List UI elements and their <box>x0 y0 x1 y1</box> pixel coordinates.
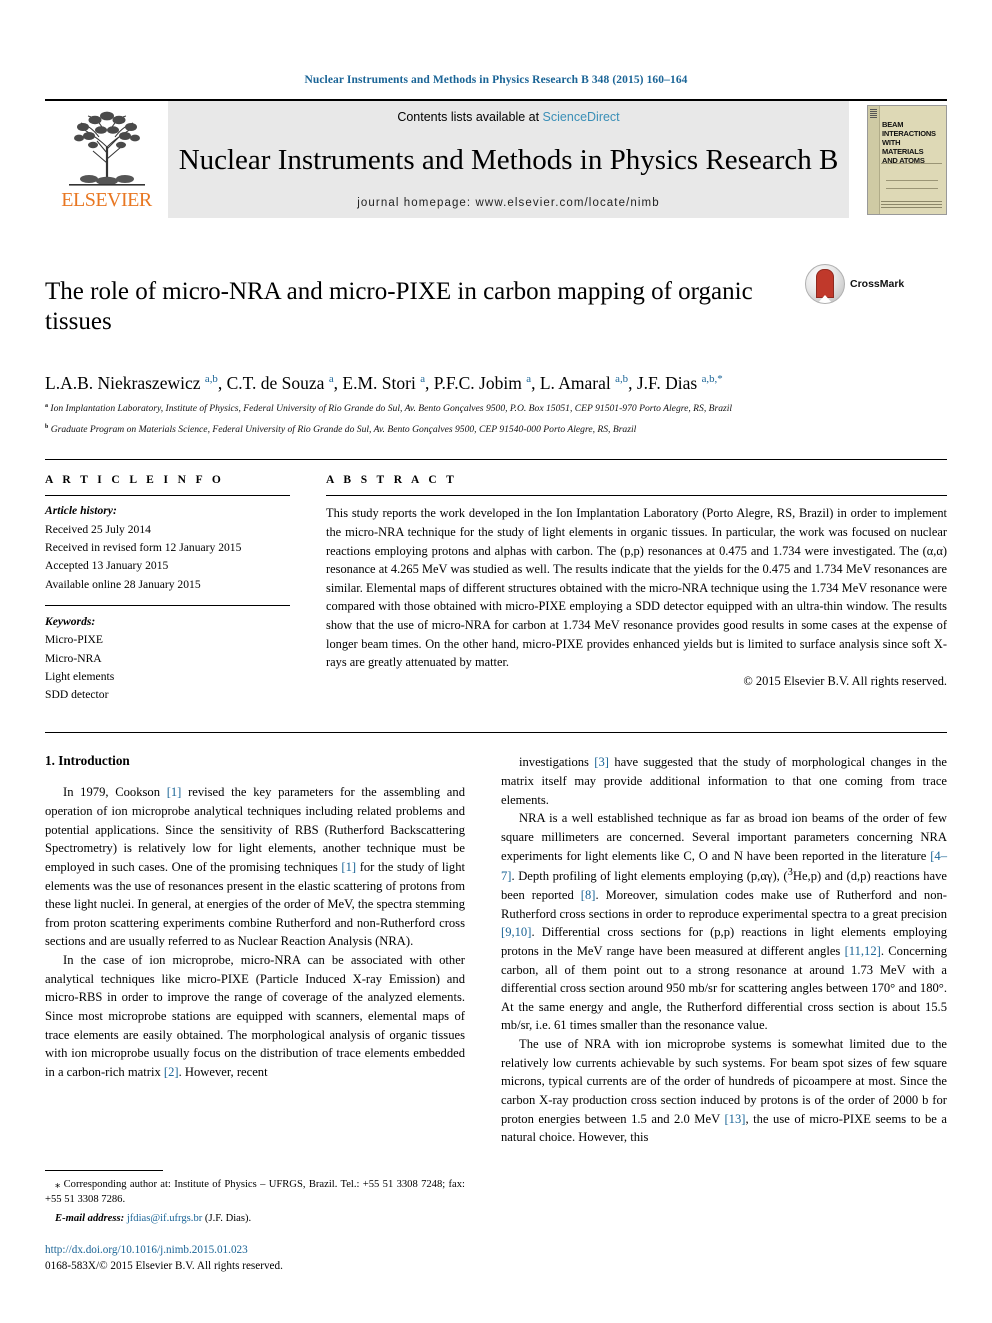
email-note: E-mail address: jfdias@if.ufrgs.br (J.F.… <box>45 1211 465 1227</box>
abstract-text: This study reports the work developed in… <box>326 506 947 670</box>
banner-center: Contents lists available at ScienceDirec… <box>168 101 849 218</box>
crossmark-badge[interactable]: CrossMark <box>805 260 915 304</box>
abstract-column: A B S T R A C T This study reports the w… <box>326 474 947 704</box>
doi-block: http://dx.doi.org/10.1016/j.nimb.2015.01… <box>45 1243 465 1275</box>
article-info-heading: A R T I C L E I N F O <box>45 474 225 487</box>
cover-image: BEAM INTERACTIONS WITH MATERIALS AND ATOMS <box>867 104 947 215</box>
elsevier-logo: ELSEVIER <box>45 101 168 218</box>
journal-homepage[interactable]: journal homepage: www.elsevier.com/locat… <box>357 197 659 209</box>
article-page: Nuclear Instruments and Methods in Physi… <box>0 0 992 1323</box>
cover-spine <box>868 105 880 214</box>
paragraph: NRA is a well established technique as f… <box>501 811 948 1033</box>
history-item: Accepted 13 January 2015 <box>45 559 169 573</box>
info-abstract-row: A R T I C L E I N F O Article history: R… <box>45 459 947 704</box>
crossmark-icon <box>805 264 845 304</box>
affiliation-b: b Graduate Program on Materials Science,… <box>45 424 637 436</box>
cover-title-text: BEAM INTERACTIONS WITH MATERIALS AND ATOMS <box>882 119 936 166</box>
keywords-block: Keywords: Micro-PIXE Micro-NRA Light ele… <box>45 606 290 705</box>
section-heading-introduction: 1. Introduction <box>45 753 130 769</box>
contents-available-line: Contents lists available at ScienceDirec… <box>397 110 619 124</box>
cover-spine-marks <box>870 108 877 118</box>
elsevier-tree-icon <box>68 111 145 186</box>
article-history-block: Article history: Received 25 July 2014 R… <box>45 496 290 594</box>
running-head: Nuclear Instruments and Methods in Physi… <box>304 74 688 86</box>
affiliation-a: a Ion Implantation Laboratory, Institute… <box>45 403 733 415</box>
contents-prefix: Contents lists available at <box>397 110 543 124</box>
article-history-label: Article history: <box>45 504 117 518</box>
keyword-item: SDD detector <box>45 688 109 702</box>
paragraph: investigations [3] have suggested that t… <box>501 755 947 807</box>
sciencedirect-link[interactable]: ScienceDirect <box>543 110 620 124</box>
keywords-label: Keywords: <box>45 614 96 628</box>
article-info-column: A R T I C L E I N F O Article history: R… <box>45 474 290 704</box>
crossmark-bookmark-shape <box>816 269 834 298</box>
crossmark-notch-shape <box>817 295 833 303</box>
history-item: Received in revised form 12 January 2015 <box>45 540 242 554</box>
abstract-copyright: © 2015 Elsevier B.V. All rights reserved… <box>743 673 947 688</box>
journal-cover-thumbnail: BEAM INTERACTIONS WITH MATERIALS AND ATOMS <box>849 101 947 218</box>
history-item: Available online 28 January 2015 <box>45 577 201 591</box>
abstract-heading: A B S T R A C T <box>326 474 458 487</box>
body-column-right: investigations [3] have suggested that t… <box>501 753 947 1146</box>
footnote-block: ⁎ Corresponding author at: Institute of … <box>45 1169 465 1275</box>
paragraph: The use of NRA with ion microprobe syste… <box>501 1037 947 1145</box>
body-columns: 1. Introduction In 1979, Cookson [1] rev… <box>45 732 947 1146</box>
email-link[interactable]: jfdias@if.ufrgs.br <box>127 1213 202 1224</box>
footnote-rule <box>45 1169 163 1171</box>
keyword-item: Light elements <box>45 669 115 683</box>
doi-link[interactable]: http://dx.doi.org/10.1016/j.nimb.2015.01… <box>45 1243 465 1259</box>
elsevier-wordmark: ELSEVIER <box>61 189 152 211</box>
crossmark-label: CrossMark <box>850 278 905 290</box>
cover-rule <box>881 162 942 164</box>
corresponding-author-note: ⁎ Corresponding author at: Institute of … <box>45 1178 465 1206</box>
page-title: The role of micro-NRA and micro-PIXE in … <box>45 277 753 336</box>
title-block: The role of micro-NRA and micro-PIXE in … <box>45 260 947 355</box>
affiliation-b-text: Graduate Program on Materials Science, F… <box>50 424 637 436</box>
cover-bottom-band <box>881 200 942 208</box>
journal-banner: ELSEVIER Contents lists available at Sci… <box>45 99 947 218</box>
issn-copyright-line: 0168-583X/© 2015 Elsevier B.V. All right… <box>45 1260 283 1273</box>
history-item: Received 25 July 2014 <box>45 522 151 536</box>
cover-mid-band <box>886 179 938 189</box>
author-list: L.A.B. Niekraszewicz a,b, C.T. de Souza … <box>45 372 723 393</box>
journal-title: Nuclear Instruments and Methods in Physi… <box>178 144 839 177</box>
keyword-item: Micro-NRA <box>45 651 102 665</box>
keyword-item: Micro-PIXE <box>45 633 103 647</box>
body-column-left: 1. Introduction In 1979, Cookson [1] rev… <box>45 753 465 1146</box>
affiliation-a-text: Ion Implantation Laboratory, Institute o… <box>50 403 733 415</box>
paragraph: In the case of ion microprobe, micro-NRA… <box>45 953 465 1079</box>
paragraph: In 1979, Cookson [1] revised the key par… <box>45 785 466 949</box>
email-label: E-mail address: <box>55 1213 125 1225</box>
email-suffix: (J.F. Dias). <box>202 1213 252 1225</box>
